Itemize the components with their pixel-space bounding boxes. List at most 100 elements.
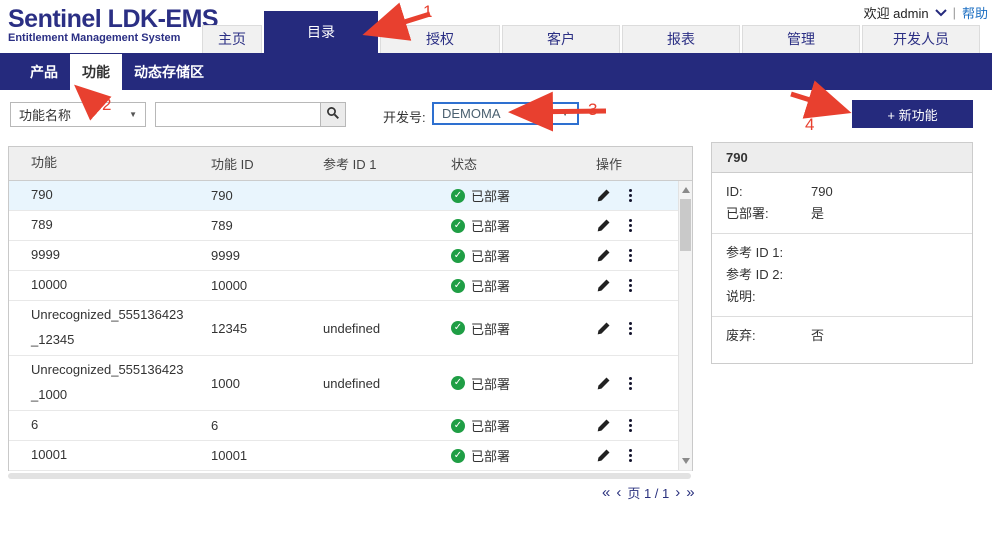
detail-panel-title: 790	[712, 143, 972, 173]
table-row[interactable]: 9999 9999 ✓ 已部署	[9, 241, 692, 271]
table-horizontal-scrollbar[interactable]	[8, 473, 691, 479]
tab-developers[interactable]: 开发人员	[862, 25, 980, 53]
caret-down-icon: ▼	[561, 109, 569, 118]
more-actions-icon[interactable]	[629, 189, 632, 202]
scrollbar-thumb[interactable]	[680, 199, 691, 251]
cell-status: ✓已部署	[431, 276, 566, 295]
more-actions-icon[interactable]	[629, 249, 632, 262]
edit-pencil-icon[interactable]	[596, 248, 611, 263]
brand-title: Sentinel LDK-EMS	[8, 6, 218, 32]
cell-actions	[566, 376, 676, 391]
cell-feature-id: 1000	[189, 376, 301, 391]
more-actions-icon[interactable]	[629, 279, 632, 292]
cell-feature: Unrecognized_555136423_1000	[9, 358, 189, 407]
col-header-status[interactable]: 状态	[431, 154, 566, 173]
edit-pencil-icon[interactable]	[596, 188, 611, 203]
deployed-check-icon: ✓	[451, 376, 465, 390]
developer-id-label: 开发号:	[383, 107, 426, 126]
col-header-ref1[interactable]: 参考 ID 1	[301, 154, 431, 173]
last-page-button[interactable]: »	[686, 484, 694, 501]
cell-status: ✓已部署	[431, 416, 566, 435]
tab-catalog[interactable]: 目录	[264, 11, 378, 53]
feature-detail-panel: 790 ID:790 已部署:是 参考 ID 1: 参考 ID 2: 说明: 废…	[711, 142, 973, 364]
more-actions-icon[interactable]	[629, 419, 632, 432]
table-row[interactable]: 790 790 ✓已部署	[9, 181, 692, 211]
cell-feature: 6	[9, 413, 189, 438]
tab-reports[interactable]: 报表	[622, 25, 740, 53]
feature-name-select[interactable]: 功能名称 ▼	[10, 102, 146, 127]
scroll-up-icon[interactable]	[682, 187, 690, 193]
detail-section-refs: 参考 ID 1: 参考 ID 2: 说明:	[712, 234, 972, 317]
next-page-button[interactable]: ›	[675, 484, 680, 501]
table-row[interactable]: Unrecognized_555136423_12345 12345 undef…	[9, 301, 692, 356]
cell-actions	[566, 448, 676, 463]
cell-feature: 789	[9, 213, 189, 238]
scroll-down-icon[interactable]	[682, 458, 690, 464]
subnav-item-features[interactable]: 功能	[70, 54, 122, 90]
cell-status: ✓ 已部署	[431, 246, 566, 265]
detail-section-obsolete: 废弃:否	[712, 317, 972, 363]
cell-feature: 10001	[9, 443, 189, 468]
table-row[interactable]: 789 789 ✓已部署	[9, 211, 692, 241]
cell-feature: 790	[9, 183, 189, 208]
status-label: 已部署	[471, 246, 510, 265]
tab-admin[interactable]: 管理	[742, 25, 860, 53]
edit-pencil-icon[interactable]	[596, 278, 611, 293]
edit-pencil-icon[interactable]	[596, 418, 611, 433]
more-actions-icon[interactable]	[629, 377, 632, 390]
table-vertical-scrollbar[interactable]	[678, 181, 692, 470]
sentinel-ldk-ems-page: Sentinel LDK-EMS Entitlement Management …	[0, 0, 992, 534]
cell-feature: 10000	[9, 273, 189, 298]
table-row[interactable]: 10000 10000 ✓已部署	[9, 271, 692, 301]
caret-down-icon: ▼	[129, 110, 137, 119]
developer-id-select[interactable]: DEMOMA ▼	[432, 102, 579, 125]
edit-pencil-icon[interactable]	[596, 448, 611, 463]
first-page-button[interactable]: «	[602, 484, 610, 501]
cell-feature: 9999	[9, 243, 189, 268]
brand-subtitle: Entitlement Management System	[8, 33, 218, 45]
detail-section-main: ID:790 已部署:是	[712, 173, 972, 234]
table-row[interactable]: Unrecognized_555136423_1000 1000 undefin…	[9, 356, 692, 411]
cell-actions	[566, 278, 676, 293]
more-actions-icon[interactable]	[629, 322, 632, 335]
deployed-check-icon: ✓	[451, 321, 465, 335]
deployed-check-icon: ✓	[451, 219, 465, 233]
search-input[interactable]	[155, 102, 321, 127]
cell-feature-id: 9999	[189, 248, 301, 263]
table-row[interactable]: 6 6 ✓已部署	[9, 411, 692, 441]
deployed-check-icon: ✓	[451, 449, 465, 463]
subnav-item-products[interactable]: 产品	[18, 54, 70, 90]
edit-pencil-icon[interactable]	[596, 218, 611, 233]
col-header-actions: 操作	[566, 154, 676, 173]
filter-bar: 功能名称 ▼ 开发号: DEMOMA ▼ + 新功能	[0, 100, 992, 130]
cell-actions	[566, 218, 676, 233]
prev-page-button[interactable]: ‹	[616, 484, 621, 501]
subnav-item-memory[interactable]: 动态存储区	[122, 54, 216, 90]
detail-deployed-value: 是	[811, 203, 824, 225]
col-header-feature-id[interactable]: 功能 ID	[189, 154, 301, 173]
cell-ref1: undefined	[301, 376, 431, 391]
features-table: 功能 功能 ID 参考 ID 1 状态 操作 790 790 ✓已部署 789 …	[8, 146, 693, 471]
table-row[interactable]: 10001 10001 ✓ 已部署	[9, 441, 692, 471]
status-label: 已部署	[471, 186, 510, 205]
cell-actions	[566, 188, 676, 203]
cell-status: ✓已部署	[431, 374, 566, 393]
cell-feature-id: 10001	[189, 448, 301, 463]
cell-feature-id: 12345	[189, 321, 301, 336]
more-actions-icon[interactable]	[629, 449, 632, 462]
brand-logo: Sentinel LDK-EMS Entitlement Management …	[8, 6, 218, 45]
page-indicator: 页 1 / 1	[627, 483, 669, 502]
more-actions-icon[interactable]	[629, 219, 632, 232]
deployed-check-icon: ✓	[451, 419, 465, 433]
tab-home[interactable]: 主页	[202, 25, 262, 53]
detail-desc-label: 说明:	[726, 286, 811, 308]
col-header-feature[interactable]: 功能	[9, 151, 189, 176]
tab-entitlements[interactable]: 授权	[380, 25, 500, 53]
new-feature-button[interactable]: + 新功能	[852, 100, 973, 128]
search-button[interactable]	[320, 102, 346, 127]
status-label: 已部署	[471, 446, 510, 465]
deployed-check-icon: ✓	[451, 249, 465, 263]
tab-customers[interactable]: 客户	[502, 25, 620, 53]
edit-pencil-icon[interactable]	[596, 321, 611, 336]
edit-pencil-icon[interactable]	[596, 376, 611, 391]
